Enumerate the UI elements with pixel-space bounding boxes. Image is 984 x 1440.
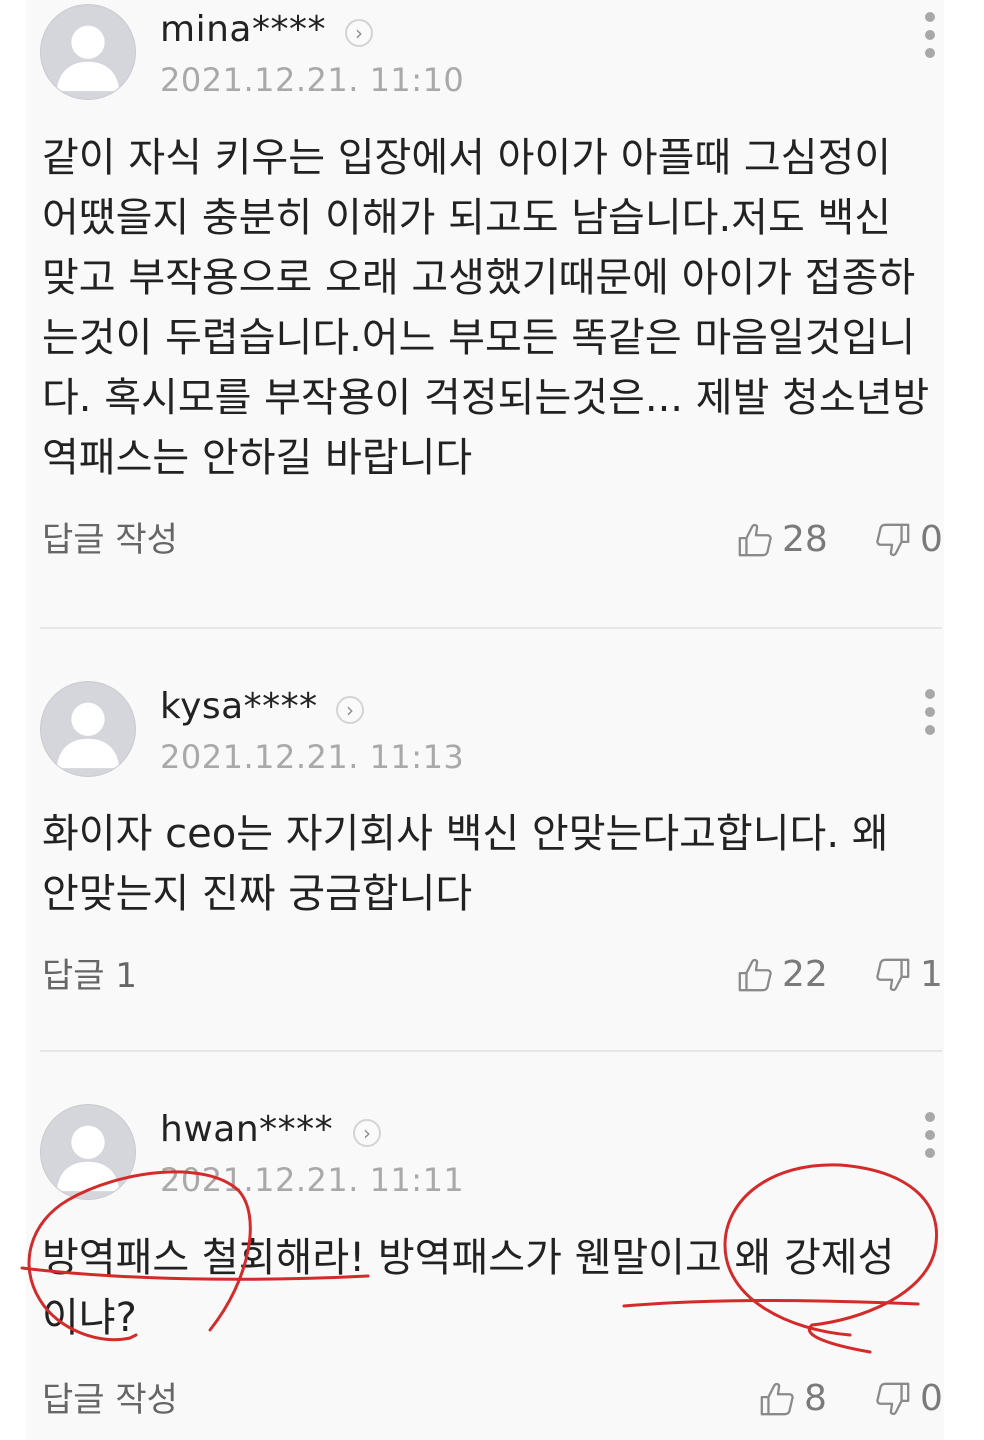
- thumbs-down-icon: [876, 1382, 910, 1416]
- kebab-menu-icon[interactable]: [916, 689, 944, 739]
- dislike-button[interactable]: 1: [874, 953, 943, 997]
- default-user-icon: [56, 25, 120, 92]
- dislike-count: 0: [920, 1378, 943, 1419]
- comment-username[interactable]: hwan****: [160, 1110, 333, 1150]
- comment-timestamp: 2021.12.21. 11:10: [160, 61, 465, 99]
- avatar[interactable]: [40, 681, 136, 777]
- thumbs-down-icon: [876, 958, 910, 992]
- thumbs-up-icon: [738, 523, 772, 557]
- comment-divider: [40, 1050, 942, 1052]
- comment-text: 화이자 ceo는 자기회사 백신 안맞는다고합니다. 왜 안맞는지 진짜 궁금합…: [42, 811, 889, 917]
- thumbs-up-icon: [738, 958, 772, 992]
- chevron-right-icon[interactable]: ›: [353, 1119, 381, 1147]
- like-button[interactable]: 8: [758, 1377, 827, 1421]
- like-button[interactable]: 28: [736, 518, 828, 562]
- comment-text: 방역패스 철회해라! 방역패스가 웬말이고 왜 강제성 이냐?: [42, 1235, 895, 1341]
- comment-username[interactable]: mina****: [160, 10, 326, 50]
- avatar[interactable]: [40, 1104, 136, 1200]
- comment-username[interactable]: kysa****: [160, 687, 318, 727]
- dislike-count: 0: [920, 519, 943, 560]
- like-count: 8: [804, 1378, 827, 1419]
- default-user-icon: [56, 1125, 120, 1192]
- dislike-count: 1: [920, 954, 943, 995]
- kebab-menu-icon[interactable]: [916, 12, 944, 62]
- kebab-menu-icon[interactable]: [916, 1112, 944, 1162]
- comment-timestamp: 2021.12.21. 11:11: [160, 1161, 465, 1199]
- thumbs-down-icon: [876, 523, 910, 557]
- comment-timestamp: 2021.12.21. 11:13: [160, 738, 465, 776]
- dislike-button[interactable]: 0: [874, 518, 943, 562]
- dislike-button[interactable]: 0: [874, 1377, 943, 1421]
- thumbs-up-icon: [760, 1382, 794, 1416]
- comment-divider: [40, 627, 942, 629]
- reply-button[interactable]: 답글 1: [42, 956, 137, 996]
- like-count: 22: [782, 954, 828, 995]
- chevron-right-icon[interactable]: ›: [345, 19, 373, 47]
- default-user-icon: [56, 702, 120, 769]
- avatar[interactable]: [40, 4, 136, 100]
- like-count: 28: [782, 519, 828, 560]
- reply-button[interactable]: 답글 작성: [42, 1380, 178, 1420]
- chevron-right-icon[interactable]: ›: [336, 696, 364, 724]
- comment-text: 같이 자식 키우는 입장에서 아이가 아플때 그심정이 어땠을지 충분히 이해가…: [42, 135, 930, 481]
- reply-button[interactable]: 답글 작성: [42, 520, 178, 560]
- like-button[interactable]: 22: [736, 953, 828, 997]
